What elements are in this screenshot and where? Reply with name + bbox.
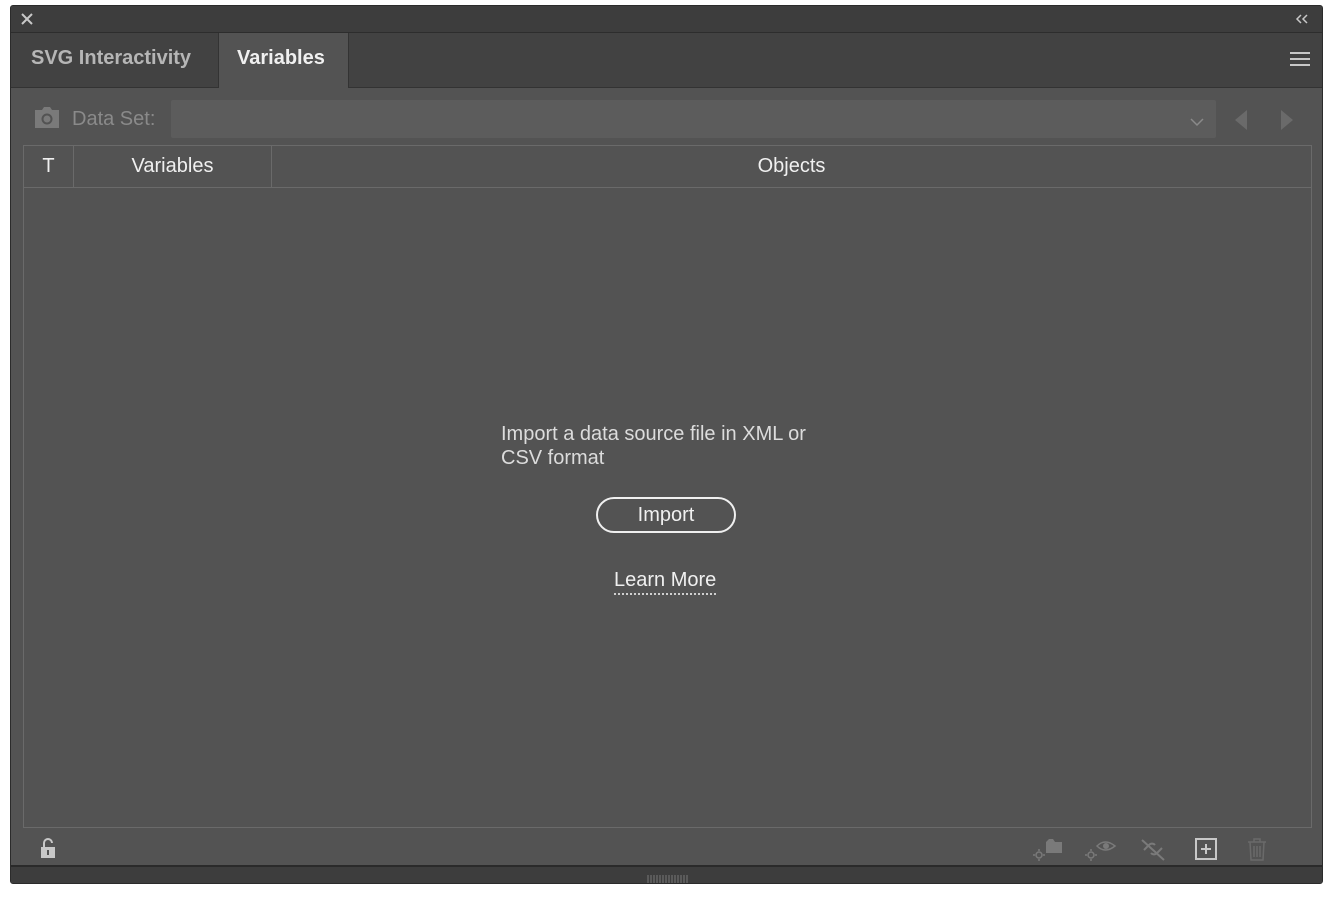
bottom-toolbar [11, 832, 1322, 868]
variables-table: T Variables Objects [23, 145, 1312, 828]
column-header-variables[interactable]: Variables [74, 146, 272, 187]
capture-data-set-icon[interactable] [1031, 836, 1062, 862]
tab-variables[interactable]: Variables [218, 33, 349, 88]
dataset-row: Data Set: [11, 100, 1322, 140]
column-header-type[interactable]: T [24, 146, 74, 187]
column-header-objects[interactable]: Objects [272, 146, 1311, 187]
unbind-variable-icon[interactable] [1138, 836, 1165, 862]
chevron-down-icon [1190, 114, 1204, 127]
triangle-right-icon[interactable] [1279, 109, 1295, 131]
table-header: T Variables Objects [24, 146, 1311, 188]
resize-strip[interactable] [11, 865, 1322, 883]
variables-panel: SVG Interactivity Variables Data Set: T … [10, 5, 1323, 884]
triangle-left-icon[interactable] [1233, 109, 1249, 131]
double-chevron-left-icon[interactable] [1294, 12, 1310, 26]
tab-bar: SVG Interactivity Variables [11, 33, 1322, 88]
dataset-select[interactable] [171, 100, 1216, 138]
camera-icon[interactable] [33, 106, 61, 130]
close-icon[interactable] [19, 11, 35, 27]
make-visibility-dynamic-icon[interactable] [1083, 836, 1117, 862]
empty-state-message: Import a data source file in XML or CSV … [501, 423, 806, 469]
trash-icon[interactable] [1244, 836, 1270, 862]
learn-more-link[interactable]: Learn More [614, 569, 717, 595]
new-variable-icon[interactable] [1193, 836, 1219, 862]
tab-svg-interactivity[interactable]: SVG Interactivity [13, 33, 219, 87]
panel-titlebar [11, 6, 1322, 33]
unlock-icon[interactable] [37, 836, 63, 862]
hamburger-menu-icon[interactable] [1290, 52, 1310, 68]
dataset-label: Data Set: [72, 108, 156, 130]
import-button[interactable]: Import [596, 497, 736, 533]
resize-grip-icon[interactable] [647, 870, 689, 883]
